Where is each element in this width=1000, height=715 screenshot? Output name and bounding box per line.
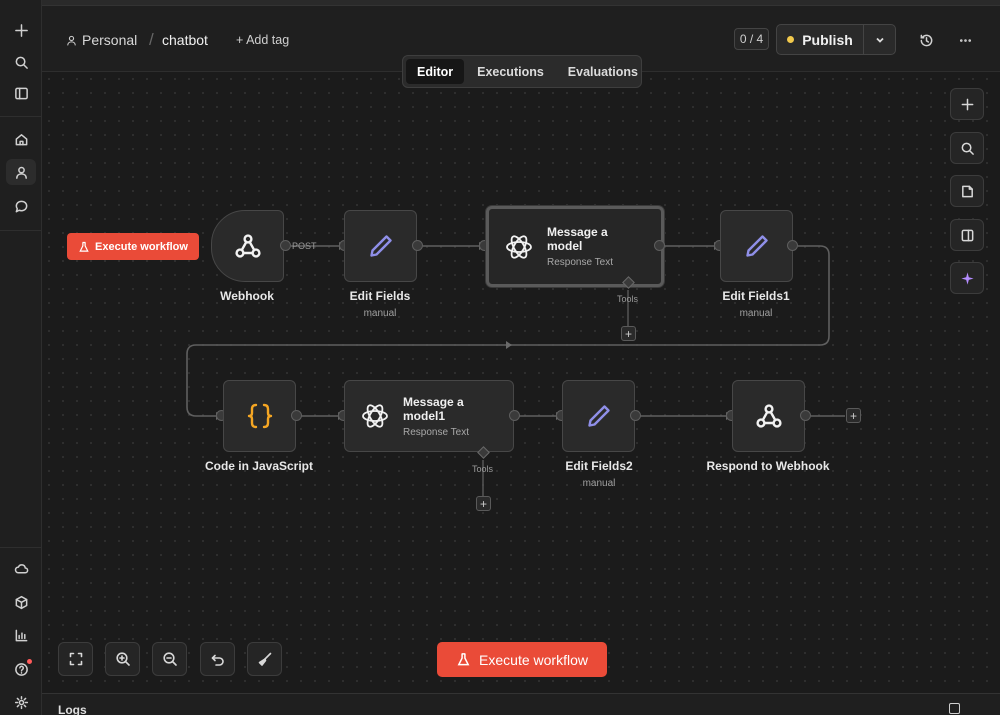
left-sidebar: [0, 0, 42, 715]
node-code-javascript[interactable]: [223, 380, 296, 452]
publish-label: Publish: [802, 31, 853, 48]
more-options-icon[interactable]: [955, 30, 975, 50]
execute-small-label: Execute workflow: [95, 240, 188, 253]
node-title: Message a model1: [403, 394, 464, 423]
chevron-down-icon: [875, 37, 884, 43]
project-name: Personal: [82, 32, 138, 48]
zoom-in-icon[interactable]: [105, 642, 140, 676]
braces-icon: [247, 403, 272, 429]
package-icon[interactable]: [6, 589, 36, 615]
logs-panel[interactable]: Logs: [42, 693, 1000, 715]
status-dot: [787, 36, 795, 43]
tab-editor[interactable]: Editor: [406, 59, 465, 84]
settings-icon[interactable]: [6, 689, 36, 715]
tab-executions[interactable]: Executions: [466, 59, 555, 84]
pencil-icon: [369, 235, 392, 257]
webhook-icon: [234, 234, 261, 258]
node-sublabel: manual: [363, 308, 397, 319]
output-handle[interactable]: [412, 240, 423, 251]
node-label: Webhook: [220, 289, 274, 303]
add-node-icon[interactable]: [950, 88, 984, 120]
view-tabs: Editor Executions Evaluations: [402, 55, 642, 88]
node-respond-to-webhook[interactable]: [732, 380, 805, 452]
output-handle[interactable]: [280, 240, 291, 251]
execute-label: Execute workflow: [479, 651, 588, 668]
openai-icon: [506, 234, 532, 259]
node-webhook[interactable]: [211, 210, 284, 282]
node-label: Respond to Webhook: [706, 459, 830, 473]
tools-label: Tools: [472, 464, 494, 474]
output-handle[interactable]: [787, 240, 798, 251]
add-icon[interactable]: [6, 17, 36, 43]
connections-layer: [186, 242, 845, 497]
add-node-button[interactable]: +: [846, 408, 861, 423]
expand-logs-icon[interactable]: [949, 703, 960, 714]
home-icon[interactable]: [6, 126, 36, 152]
breadcrumb-project[interactable]: Personal: [66, 32, 137, 48]
output-handle[interactable]: [654, 240, 665, 251]
output-handle[interactable]: [630, 410, 641, 421]
panel-toggle-icon[interactable]: [6, 80, 36, 106]
insights-icon[interactable]: [6, 622, 36, 648]
publish-button-group: Publish: [776, 24, 896, 55]
zoom-out-icon[interactable]: [152, 642, 187, 676]
help-icon[interactable]: [6, 656, 36, 682]
flask-icon: [457, 653, 470, 666]
person-icon: [67, 35, 76, 45]
node-message-model1[interactable]: Message a model1 Response Text: [344, 380, 514, 452]
user-icon[interactable]: [6, 159, 36, 185]
node-message-model[interactable]: Message a model Response Text: [486, 206, 664, 287]
history-icon[interactable]: [916, 30, 936, 50]
output-handle[interactable]: [291, 410, 302, 421]
flask-icon: [79, 241, 89, 252]
node-label: Edit Fields1: [722, 289, 790, 303]
output-handle[interactable]: [800, 410, 811, 421]
node-sublabel: manual: [739, 308, 773, 319]
tidy-up-icon[interactable]: [247, 642, 282, 676]
toggle-panel-icon[interactable]: [950, 219, 984, 251]
node-label: Edit Fields: [349, 289, 411, 303]
execute-workflow-button-small[interactable]: Execute workflow: [67, 233, 199, 260]
tab-evaluations[interactable]: Evaluations: [557, 59, 649, 84]
node-title: Message a model: [547, 225, 608, 253]
pencil-icon: [745, 235, 768, 257]
search-icon[interactable]: [6, 49, 36, 75]
workflow-canvas[interactable]: Execute workflow POST Webhook Edit Field…: [42, 72, 1000, 693]
arrow-return: [506, 341, 512, 349]
publish-button[interactable]: Publish: [777, 25, 864, 54]
node-edit-fields1[interactable]: [720, 210, 793, 282]
tools-label: Tools: [617, 294, 639, 304]
add-tool-button[interactable]: +: [476, 496, 491, 511]
node-label: Code in JavaScript: [204, 459, 314, 473]
edge-label-post: POST: [292, 241, 317, 251]
node-edit-fields[interactable]: [344, 210, 417, 282]
cloud-icon[interactable]: [6, 555, 36, 581]
node-subtitle: Response Text: [547, 257, 613, 268]
add-tag-button[interactable]: + Add tag: [236, 33, 289, 47]
webhook-icon: [755, 404, 782, 428]
ai-assistant-icon[interactable]: [950, 262, 984, 294]
chat-icon[interactable]: [6, 193, 36, 219]
publish-counter: 0 / 4: [734, 28, 769, 50]
node-edit-fields2[interactable]: [562, 380, 635, 452]
add-tool-button[interactable]: +: [621, 326, 636, 341]
node-sublabel: manual: [582, 478, 616, 489]
publish-options-button[interactable]: [864, 25, 895, 54]
sticky-note-icon[interactable]: [950, 175, 984, 207]
node-label: Edit Fields2: [565, 459, 633, 473]
fit-view-icon[interactable]: [58, 642, 93, 676]
search-nodes-icon[interactable]: [950, 132, 984, 164]
execute-workflow-button[interactable]: Execute workflow: [437, 642, 607, 677]
openai-icon: [362, 404, 388, 428]
undo-icon[interactable]: [200, 642, 235, 676]
notification-dot: [27, 659, 32, 664]
logs-label: Logs: [58, 703, 87, 715]
workflow-name[interactable]: chatbot: [162, 32, 208, 48]
breadcrumb-separator: /: [149, 30, 154, 49]
output-handle[interactable]: [509, 410, 520, 421]
pencil-icon: [587, 405, 610, 427]
node-subtitle: Response Text: [403, 426, 469, 438]
